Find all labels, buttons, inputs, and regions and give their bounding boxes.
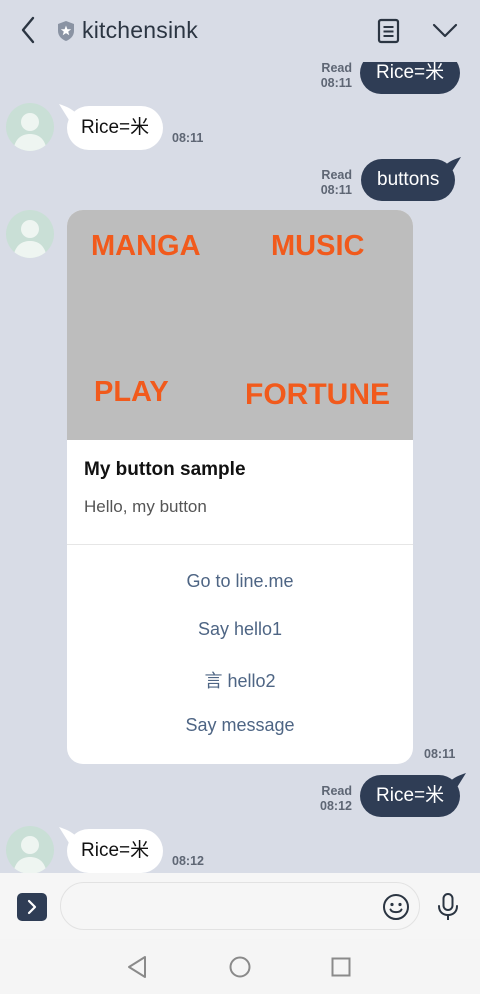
chevron-down-icon — [432, 23, 458, 38]
message-time: 08:11 — [320, 183, 352, 197]
image-word-manga: MANGA — [91, 230, 201, 262]
back-button[interactable] — [14, 14, 42, 46]
incoming-message[interactable]: Rice=米 — [59, 104, 164, 150]
avatar[interactable] — [6, 103, 54, 151]
avatar[interactable] — [6, 826, 54, 874]
message-text: buttons — [377, 169, 440, 190]
chat-title: kitchensink — [82, 17, 198, 43]
image-word-fortune: FORTUNE — [245, 378, 390, 411]
nav-home-button[interactable] — [229, 956, 251, 978]
read-label: Read — [321, 168, 352, 182]
message-time: 08:12 — [320, 799, 352, 813]
bubble-tail — [448, 773, 467, 789]
user-silhouette-icon — [13, 220, 47, 258]
microphone-icon — [438, 893, 458, 920]
message-status: Read 08:11 — [312, 168, 352, 198]
card-action-button[interactable]: Say message — [67, 715, 413, 736]
buttons-template-card: MANGA MUSIC PLAY FORTUNE My button sampl… — [67, 210, 413, 764]
menu-toggle-button[interactable] — [431, 18, 459, 42]
message-text: Rice=米 — [376, 785, 445, 806]
outgoing-message[interactable]: buttons — [361, 157, 462, 201]
read-label: Read — [321, 61, 352, 75]
bubble-tail — [443, 157, 462, 173]
card-image[interactable]: MANGA MUSIC PLAY FORTUNE — [67, 210, 413, 440]
note-button[interactable] — [376, 17, 402, 45]
chat-header: kitchensink — [0, 0, 480, 62]
shield-star-icon — [58, 20, 74, 41]
chat-title-group[interactable]: kitchensink — [56, 17, 198, 44]
message-status: Read 08:12 — [312, 784, 352, 814]
read-label: Read — [321, 784, 352, 798]
message-time: 08:12 — [172, 854, 204, 868]
emoji-button[interactable] — [382, 893, 410, 921]
voice-input-button[interactable] — [436, 892, 460, 922]
message-text: Rice=米 — [81, 840, 150, 861]
nav-back-button[interactable] — [126, 955, 148, 979]
chevron-left-icon — [21, 16, 35, 44]
avatar[interactable] — [6, 210, 54, 258]
user-silhouette-icon — [13, 113, 47, 151]
divider — [67, 544, 413, 545]
message-time: 08:11 — [172, 131, 204, 145]
outgoing-message[interactable]: Rice=米 — [360, 773, 467, 817]
system-navigation-bar — [0, 939, 480, 994]
message-time: 08:11 — [424, 747, 456, 761]
circle-home-icon — [229, 956, 251, 978]
image-word-play: PLAY — [94, 376, 169, 408]
note-icon — [377, 18, 400, 44]
message-time: 08:11 — [320, 76, 352, 90]
card-action-button[interactable]: Go to line.me — [67, 571, 413, 592]
message-status: Read 08:11 — [312, 61, 352, 91]
smiley-icon — [383, 894, 409, 920]
image-word-music: MUSIC — [271, 230, 365, 262]
expand-menu-button[interactable] — [17, 893, 47, 921]
card-action-button[interactable]: Say hello1 — [67, 619, 413, 640]
card-action-button[interactable]: 言 hello2 — [67, 667, 413, 693]
user-silhouette-icon — [13, 836, 47, 874]
incoming-message[interactable]: Rice=米 — [59, 827, 164, 873]
triangle-back-icon — [128, 956, 146, 978]
card-text: Hello, my button — [84, 497, 207, 516]
square-recents-icon — [331, 957, 351, 977]
message-text: Rice=米 — [376, 62, 445, 83]
bubble-tail — [59, 827, 77, 843]
message-input[interactable] — [60, 882, 420, 930]
card-title: My button sample — [84, 459, 246, 480]
message-input-bar — [0, 873, 480, 939]
message-text: Rice=米 — [81, 117, 150, 138]
nav-recents-button[interactable] — [331, 957, 351, 977]
bubble-tail — [59, 104, 77, 120]
chevron-right-icon — [27, 899, 37, 915]
